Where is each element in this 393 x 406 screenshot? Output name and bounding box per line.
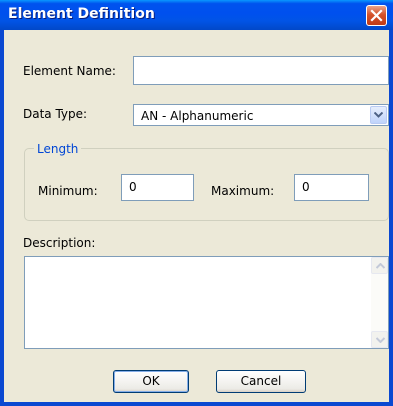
ok-button[interactable]: OK [113,370,189,393]
description-scrollbar[interactable] [371,257,388,348]
maximum-label: Maximum: [211,184,275,198]
length-group-label: Length [34,142,82,156]
minimum-label: Minimum: [38,184,98,198]
chevron-down-icon [374,112,383,118]
minimum-input[interactable]: 0 [121,174,194,201]
description-textarea[interactable] [24,256,389,349]
data-type-selected-value: AN - Alphanumeric [141,109,254,123]
element-name-label: Element Name: [23,64,116,78]
element-definition-dialog: Element Definition Element Name: Data Ty… [0,0,393,406]
scroll-up-button[interactable] [371,257,388,274]
close-button[interactable] [366,5,387,26]
cancel-button[interactable]: Cancel [216,370,306,393]
window-title: Element Definition [8,6,155,22]
data-type-select[interactable]: AN - Alphanumeric [133,104,389,126]
title-bar[interactable]: Element Definition [0,0,393,30]
description-label: Description: [23,236,96,250]
arrow-up-icon [376,263,385,269]
data-type-label: Data Type: [23,107,88,121]
maximum-input[interactable]: 0 [294,174,369,201]
data-type-dropdown-button[interactable] [370,106,387,124]
scroll-down-button[interactable] [371,331,388,348]
element-name-input[interactable] [133,56,389,85]
arrow-down-icon [376,337,385,343]
close-x-icon [370,9,383,22]
